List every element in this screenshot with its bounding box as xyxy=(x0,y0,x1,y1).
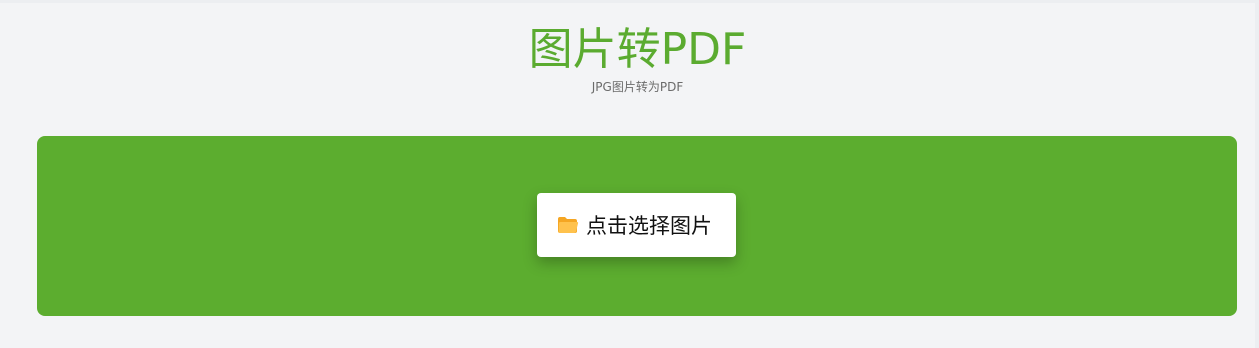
page-header: 图片转PDF JPG图片转为PDF xyxy=(0,22,1259,94)
page-subtitle: JPG图片转为PDF xyxy=(591,80,684,94)
page-title: 图片转PDF xyxy=(528,24,747,75)
select-image-button[interactable]: 点击选择图片 xyxy=(537,193,736,257)
select-image-label: 点击选择图片 xyxy=(586,214,712,238)
upload-panel[interactable]: 点击选择图片 xyxy=(37,136,1237,316)
top-divider xyxy=(0,0,1259,3)
folder-icon xyxy=(557,216,579,234)
